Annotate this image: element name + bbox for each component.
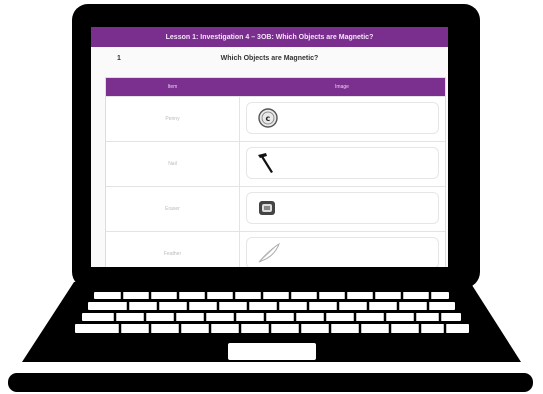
svg-text:c: c	[266, 114, 271, 123]
key-gaps	[113, 292, 447, 333]
eraser-icon	[259, 201, 275, 215]
question-number: 1	[117, 54, 121, 62]
image-cell[interactable]	[246, 237, 439, 267]
question-title: Which Objects are Magnetic?	[220, 54, 319, 62]
item-name: Feather	[106, 232, 240, 267]
app-title: Lesson 1: Investigation 4 – 3OB: Which O…	[165, 33, 374, 41]
nail-icon	[258, 153, 273, 173]
app-title-bar: Lesson 1: Investigation 4 – 3OB: Which O…	[91, 27, 448, 47]
image-cell[interactable]: c	[246, 102, 439, 134]
table-row[interactable]: Feather	[106, 231, 445, 267]
trackpad[interactable]	[228, 343, 316, 360]
objects-table: Item Image Penny c Nail Eraser Feather	[105, 77, 446, 267]
feather-icon	[258, 242, 280, 263]
laptop-screen: Lesson 1: Investigation 4 – 3OB: Which O…	[91, 27, 448, 267]
item-name: Nail	[106, 142, 240, 186]
item-name: Penny	[106, 97, 240, 141]
table-header: Item Image	[106, 78, 445, 96]
column-header-item: Item	[167, 84, 178, 90]
image-cell[interactable]	[246, 192, 439, 224]
coin-icon: c	[258, 108, 278, 128]
item-name: Eraser	[106, 187, 240, 231]
column-header-image: Image	[335, 84, 349, 90]
table-row[interactable]: Nail	[106, 141, 445, 186]
table-row[interactable]: Eraser	[106, 186, 445, 231]
table-row[interactable]: Penny c	[106, 96, 445, 141]
question-header: 1 Which Objects are Magnetic?	[91, 47, 448, 69]
image-cell[interactable]	[246, 147, 439, 179]
keyboard	[75, 292, 469, 333]
